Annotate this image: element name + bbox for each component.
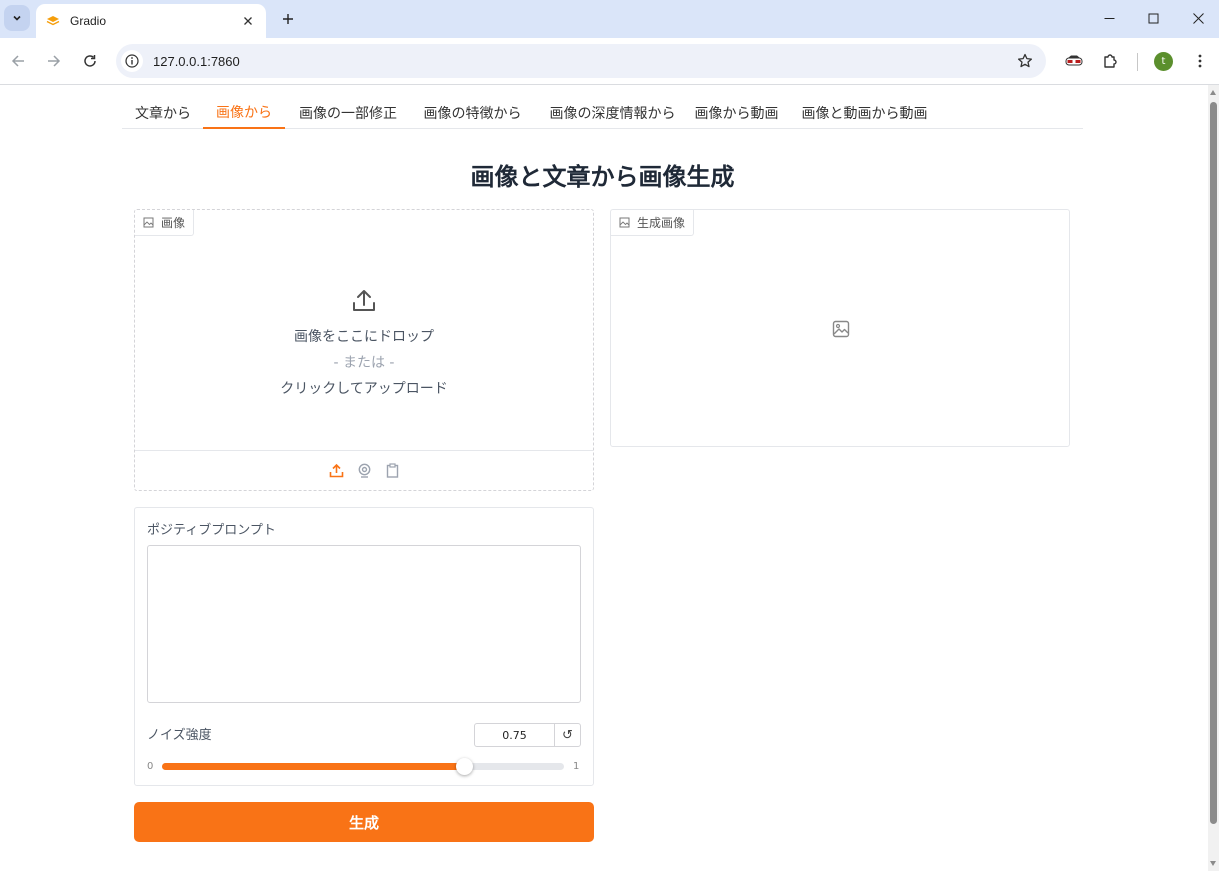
page-title: 画像と文章から画像生成	[470, 163, 735, 191]
tab-image-video-to-video[interactable]: 画像と動画から動画	[798, 96, 931, 129]
tab-title: Gradio	[70, 14, 107, 28]
slider-thumb[interactable]	[456, 758, 473, 775]
back-button[interactable]	[5, 48, 31, 74]
drop-here-text: 画像をここにドロップ	[294, 329, 434, 345]
reload-button[interactable]	[77, 48, 103, 74]
noise-strength-label: ノイズ強度	[147, 728, 212, 743]
tab-image-to-image[interactable]: 画像から	[203, 96, 285, 129]
chevron-down-icon	[13, 15, 21, 21]
url-text: 127.0.0.1:7860	[153, 53, 240, 69]
slider-max-label: 1	[573, 761, 580, 772]
close-icon	[1192, 12, 1204, 24]
site-info-icon[interactable]	[121, 50, 143, 72]
image-source-selector	[135, 450, 593, 490]
minimize-button[interactable]	[1086, 4, 1132, 32]
scrollbar-thumb[interactable]	[1210, 102, 1217, 824]
input-image-label-text: 画像	[161, 216, 186, 230]
address-bar[interactable]: 127.0.0.1:7860	[116, 44, 1046, 78]
minimize-icon	[1104, 17, 1114, 19]
output-image-label-text: 生成画像	[637, 216, 686, 230]
browser-menu-icon[interactable]	[1187, 48, 1213, 74]
prompt-label: ポジティブプロンプト	[147, 523, 276, 538]
positive-prompt-textarea[interactable]	[147, 545, 581, 703]
browser-tabstrip: Gradio	[0, 0, 1219, 38]
scroll-down-arrow-icon[interactable]	[1210, 861, 1216, 866]
back-arrow-icon	[11, 55, 24, 67]
prompt-form-block: ポジティブプロンプト ノイズ強度 0.75 ↺ 0 1	[134, 507, 594, 786]
tab-text-to-image[interactable]: 文章から	[122, 96, 204, 129]
toolbar-separator	[1137, 53, 1138, 71]
webcam-icon	[358, 463, 370, 478]
noise-strength-number-input[interactable]: 0.75	[474, 723, 555, 747]
incognito-extension-icon[interactable]	[1061, 48, 1087, 74]
profile-avatar[interactable]: t	[1154, 52, 1173, 71]
forward-button[interactable]	[41, 48, 67, 74]
close-window-button[interactable]	[1175, 4, 1219, 32]
or-text: - または -	[333, 355, 395, 371]
click-to-upload-text: クリックしてアップロード	[280, 381, 448, 397]
input-image-label: 画像	[135, 210, 195, 236]
reload-icon	[84, 55, 96, 67]
upload-icon	[353, 290, 375, 311]
image-placeholder-icon	[832, 320, 850, 338]
image-icon	[619, 217, 630, 228]
tab-depth[interactable]: 画像の深度情報から	[534, 96, 691, 129]
extensions-puzzle-icon[interactable]	[1097, 48, 1123, 74]
clipboard-source-button[interactable]	[382, 461, 402, 481]
tab-image-to-video[interactable]: 画像から動画	[691, 96, 782, 129]
maximize-icon	[1148, 13, 1158, 23]
bookmark-star-icon[interactable]	[1012, 48, 1038, 74]
clipboard-icon	[386, 463, 398, 478]
toolbar-divider	[0, 84, 1219, 85]
input-image-block: 画像 画像をここにドロップ - または - クリックしてアップロード	[134, 209, 594, 491]
slider-fill	[162, 763, 464, 770]
close-tab-icon[interactable]	[240, 13, 256, 29]
maximize-button[interactable]	[1130, 4, 1176, 32]
browser-toolbar: 127.0.0.1:7860 t	[0, 38, 1219, 84]
gradio-logo-icon	[46, 16, 60, 26]
forward-arrow-icon	[48, 55, 61, 67]
output-image-label: 生成画像	[611, 210, 695, 236]
tab-inpaint[interactable]: 画像の一部修正	[285, 96, 411, 129]
scroll-up-arrow-icon[interactable]	[1210, 90, 1216, 95]
noise-reset-button[interactable]: ↺	[554, 723, 581, 747]
generate-button[interactable]: 生成	[134, 802, 594, 842]
tab-search-button[interactable]	[4, 5, 30, 31]
noise-strength-slider[interactable]	[162, 758, 564, 775]
image-dropzone[interactable]: 画像をここにドロップ - または - クリックしてアップロード	[135, 236, 593, 450]
new-tab-button[interactable]	[276, 8, 300, 30]
mode-tabs: 文章から 画像から 画像の一部修正 画像の特徴から 画像の深度情報から 画像から…	[122, 96, 1083, 129]
webcam-source-button[interactable]	[354, 461, 374, 481]
plus-icon	[283, 14, 293, 24]
page-scrollbar[interactable]	[1208, 85, 1219, 871]
output-image-block: 生成画像	[610, 209, 1070, 447]
image-icon	[143, 217, 154, 228]
upload-icon	[329, 463, 343, 478]
tab-image-features[interactable]: 画像の特徴から	[411, 96, 534, 129]
upload-source-button[interactable]	[326, 461, 346, 481]
slider-min-label: 0	[147, 761, 154, 772]
browser-tab[interactable]: Gradio	[36, 4, 266, 38]
